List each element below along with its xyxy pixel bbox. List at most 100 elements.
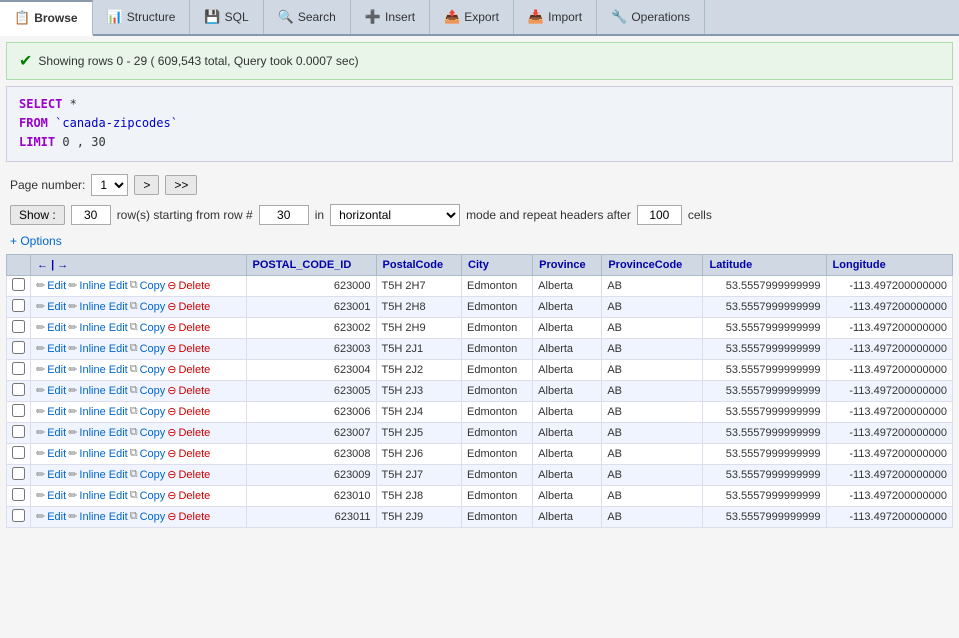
cell-longitude: -113.497200000000 — [826, 485, 952, 506]
delete-link[interactable]: Delete — [178, 490, 210, 502]
col-header-longitude[interactable]: Longitude — [826, 254, 952, 275]
delete-link[interactable]: Delete — [178, 280, 210, 292]
row-actions-cell: ✏ Edit ✏ Inline Edit ⧉ Copy ⊖ Delete — [31, 380, 247, 401]
delete-link[interactable]: Delete — [178, 511, 210, 523]
row-checkbox[interactable] — [12, 467, 25, 480]
inline-edit-link[interactable]: Inline Edit — [79, 406, 127, 418]
row-checkbox[interactable] — [12, 362, 25, 375]
row-checkbox[interactable] — [12, 341, 25, 354]
copy-link[interactable]: Copy — [140, 427, 166, 439]
tab-operations[interactable]: 🔧Operations — [597, 0, 705, 34]
row-checkbox-cell — [7, 380, 31, 401]
inline-edit-link[interactable]: Inline Edit — [79, 301, 127, 313]
delete-link[interactable]: Delete — [178, 427, 210, 439]
tab-structure[interactable]: 📊Structure — [93, 0, 191, 34]
row-checkbox[interactable] — [12, 425, 25, 438]
row-checkbox[interactable] — [12, 320, 25, 333]
edit-link[interactable]: Edit — [47, 427, 66, 439]
copy-icon: ⧉ — [130, 363, 138, 376]
rows-per-page-input[interactable] — [71, 205, 111, 225]
last-page-button[interactable]: >> — [165, 175, 197, 195]
inline-edit-link[interactable]: Inline Edit — [79, 490, 127, 502]
start-row-input[interactable] — [259, 205, 309, 225]
col-header-province[interactable]: Province — [533, 254, 602, 275]
edit-link[interactable]: Edit — [47, 364, 66, 376]
inline-edit-link[interactable]: Inline Edit — [79, 322, 127, 334]
show-button[interactable]: Show : — [10, 205, 65, 225]
delete-link[interactable]: Delete — [178, 301, 210, 313]
sql-tab-icon: 💾 — [204, 9, 220, 25]
copy-link[interactable]: Copy — [140, 448, 166, 460]
inline-edit-link[interactable]: Inline Edit — [79, 427, 127, 439]
tab-insert[interactable]: ➕Insert — [351, 0, 430, 34]
edit-link[interactable]: Edit — [47, 490, 66, 502]
in-label: in — [315, 208, 324, 222]
row-checkbox[interactable] — [12, 299, 25, 312]
edit-icon: ✏ — [36, 510, 45, 523]
arrow-left-icon[interactable]: ← — [37, 259, 48, 271]
tab-search[interactable]: 🔍Search — [264, 0, 351, 34]
edit-link[interactable]: Edit — [47, 469, 66, 481]
row-checkbox[interactable] — [12, 446, 25, 459]
copy-link[interactable]: Copy — [140, 490, 166, 502]
edit-link[interactable]: Edit — [47, 301, 66, 313]
edit-link[interactable]: Edit — [47, 448, 66, 460]
row-checkbox[interactable] — [12, 404, 25, 417]
copy-link[interactable]: Copy — [140, 301, 166, 313]
copy-icon: ⧉ — [130, 468, 138, 481]
edit-link[interactable]: Edit — [47, 322, 66, 334]
col-header-province-code[interactable]: ProvinceCode — [602, 254, 703, 275]
copy-link[interactable]: Copy — [140, 469, 166, 481]
edit-link[interactable]: Edit — [47, 343, 66, 355]
copy-link[interactable]: Copy — [140, 511, 166, 523]
tab-browse[interactable]: 📋Browse — [0, 0, 93, 36]
copy-link[interactable]: Copy — [140, 364, 166, 376]
inline-edit-link[interactable]: Inline Edit — [79, 280, 127, 292]
cell-postal-code: T5H 2J1 — [376, 338, 462, 359]
delete-link[interactable]: Delete — [178, 322, 210, 334]
page-number-select[interactable]: 1 — [91, 174, 128, 196]
options-link[interactable]: + Options — [10, 232, 62, 250]
row-checkbox[interactable] — [12, 488, 25, 501]
arrow-right-icon[interactable]: → — [57, 259, 68, 271]
tab-export[interactable]: 📤Export — [430, 0, 514, 34]
header-repeat-input[interactable] — [637, 205, 682, 225]
copy-link[interactable]: Copy — [140, 322, 166, 334]
table-row: ✏ Edit ✏ Inline Edit ⧉ Copy ⊖ Delete 623… — [7, 401, 953, 422]
tab-import[interactable]: 📥Import — [514, 0, 597, 34]
row-checkbox[interactable] — [12, 383, 25, 396]
row-checkbox[interactable] — [12, 509, 25, 522]
delete-link[interactable]: Delete — [178, 385, 210, 397]
delete-link[interactable]: Delete — [178, 364, 210, 376]
copy-link[interactable]: Copy — [140, 406, 166, 418]
edit-link[interactable]: Edit — [47, 385, 66, 397]
copy-link[interactable]: Copy — [140, 343, 166, 355]
inline-edit-link[interactable]: Inline Edit — [79, 469, 127, 481]
delete-link[interactable]: Delete — [178, 448, 210, 460]
col-header-city[interactable]: City — [462, 254, 533, 275]
display-mode-select[interactable]: horizontal vertical — [330, 204, 460, 226]
copy-link[interactable]: Copy — [140, 280, 166, 292]
row-checkbox[interactable] — [12, 278, 25, 291]
inline-edit-link[interactable]: Inline Edit — [79, 511, 127, 523]
inline-edit-link[interactable]: Inline Edit — [79, 385, 127, 397]
edit-link[interactable]: Edit — [47, 280, 66, 292]
cell-province-code: AB — [602, 380, 703, 401]
col-header-postal-code[interactable]: PostalCode — [376, 254, 462, 275]
next-page-button[interactable]: > — [134, 175, 159, 195]
column-header-row: ← | → POSTAL_CODE_ID PostalCode City Pro… — [7, 254, 953, 275]
edit-link[interactable]: Edit — [47, 511, 66, 523]
inline-edit-link[interactable]: Inline Edit — [79, 343, 127, 355]
copy-link[interactable]: Copy — [140, 385, 166, 397]
inline-edit-link[interactable]: Inline Edit — [79, 364, 127, 376]
edit-link[interactable]: Edit — [47, 406, 66, 418]
col-header-postal-code-id[interactable]: POSTAL_CODE_ID — [246, 254, 376, 275]
col-header-latitude[interactable]: Latitude — [703, 254, 826, 275]
delete-link[interactable]: Delete — [178, 469, 210, 481]
inline-edit-link[interactable]: Inline Edit — [79, 448, 127, 460]
copy-icon: ⧉ — [130, 300, 138, 313]
delete-link[interactable]: Delete — [178, 406, 210, 418]
tab-sql[interactable]: 💾SQL — [190, 0, 263, 34]
delete-link[interactable]: Delete — [178, 343, 210, 355]
page-row: Page number: 1 > >> — [10, 174, 949, 196]
